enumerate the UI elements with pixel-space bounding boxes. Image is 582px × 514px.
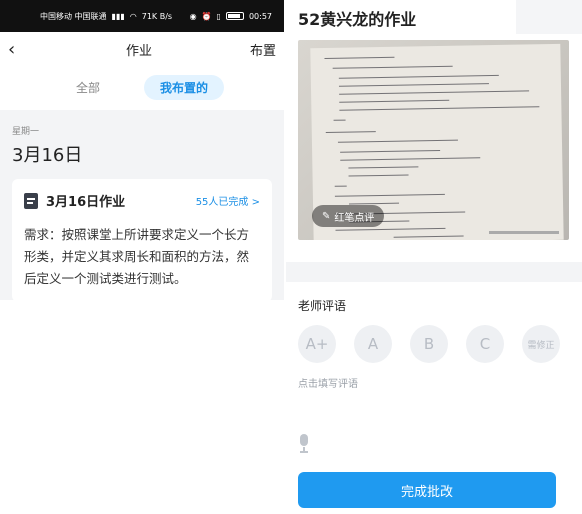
red-pen-comment-label: 红笔点评: [334, 212, 375, 224]
photo-watermark: [489, 231, 559, 234]
status-bar: 中国移动 中国联通 ▮▮▮ ◠ 71K B/s ◉ ⏰ ▯ 00:57: [0, 0, 284, 32]
teacher-comment-label: 老师评语: [298, 299, 347, 313]
weekday-label: 星期一: [12, 127, 40, 137]
document-icon: [24, 192, 38, 209]
student-homework-title: 52黄兴龙的作业: [298, 10, 417, 29]
header-decoration: [516, 0, 582, 34]
filter-tabs: 全部 我布置的: [0, 70, 284, 104]
grade-c[interactable]: C: [466, 325, 504, 363]
completed-count-link[interactable]: 55人已完成 >: [196, 193, 260, 208]
eye-icon: ◉: [189, 11, 197, 21]
stage: 中国移动 中国联通 ▮▮▮ ◠ 71K B/s ◉ ⏰ ▯ 00:57 ‹ 作业…: [0, 0, 582, 514]
date-heading: 3月16日: [12, 145, 83, 166]
grade-a[interactable]: A: [354, 325, 392, 363]
nav-bar: ‹ 作业 布置: [0, 32, 284, 66]
tab-all[interactable]: 全部: [60, 75, 116, 100]
tab-assigned-by-me[interactable]: 我布置的: [144, 74, 225, 100]
signal-icon: ▮▮▮: [111, 11, 125, 21]
clock: 00:57: [248, 11, 272, 21]
homework-title: 3月16日作业: [46, 195, 126, 210]
carrier-text: 中国移动 中国联通: [40, 11, 107, 21]
grade-options: A+ A B C 需修正: [298, 325, 560, 363]
homework-requirement: 需求：按照课堂上所讲要求定义一个长方形类，并定义其求周长和面积的方法，然后定义一…: [24, 227, 250, 286]
grading-screen: 52黄兴龙的作业 ✎ 红笔点评 老师评语 A+ A B C 需修正 点击填写评语…: [286, 0, 582, 514]
homework-list-screen: 中国移动 中国联通 ▮▮▮ ◠ 71K B/s ◉ ⏰ ▯ 00:57 ‹ 作业…: [0, 0, 284, 300]
grade-a-plus[interactable]: A+: [298, 325, 336, 363]
pen-icon: ✎: [322, 210, 331, 222]
grade-b[interactable]: B: [410, 325, 448, 363]
alarm-icon: ⏰: [201, 11, 212, 21]
chevron-right-icon: >: [251, 197, 260, 208]
battery-icon: [225, 12, 244, 20]
vibrate-icon: ▯: [216, 11, 221, 21]
finish-grading-button[interactable]: 完成批改: [298, 472, 556, 508]
section-divider: [286, 262, 582, 282]
microphone-icon[interactable]: [298, 434, 310, 454]
wifi-icon: ◠: [129, 11, 137, 21]
network-speed: 71K B/s: [141, 11, 173, 21]
day-section: 星期一 3月16日 3月16日作业 55人已完成 > 需求：按照课堂上所讲要求定…: [0, 110, 284, 300]
homework-card[interactable]: 3月16日作业 55人已完成 > 需求：按照课堂上所讲要求定义一个长方形类，并定…: [12, 179, 272, 300]
grade-needs-revision[interactable]: 需修正: [522, 325, 560, 363]
page-title: 作业: [125, 43, 152, 59]
assign-button[interactable]: 布置: [250, 40, 276, 59]
red-pen-comment-button[interactable]: ✎ 红笔点评: [312, 205, 385, 227]
completed-count: 55人已完成: [195, 197, 249, 208]
chevron-left-icon[interactable]: ‹: [8, 39, 28, 60]
comment-input[interactable]: 点击填写评语: [298, 375, 358, 390]
